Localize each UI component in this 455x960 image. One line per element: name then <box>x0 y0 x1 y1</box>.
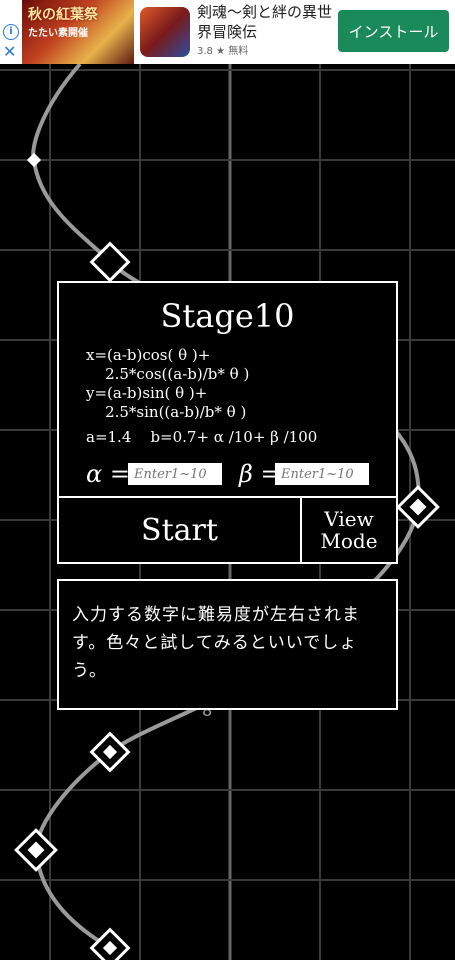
equation-y-line1: y=(a-b)sin( θ )+ <box>86 384 208 402</box>
alpha-input[interactable] <box>128 463 222 485</box>
install-button[interactable]: インストール <box>338 10 449 52</box>
ad-rating: 3.8 ★ 無料 <box>197 42 248 57</box>
ad-app-icon[interactable] <box>140 7 190 57</box>
stage-title: Stage10 <box>160 297 295 335</box>
ad-banner-subtext: たたい素開催 <box>28 28 88 39</box>
hint-message-text: 入力する数字に難易度が左右されます。色々と試してみるといいでしょう。 <box>72 605 360 681</box>
alpha-label: α = <box>86 460 130 488</box>
hint-message-panel: 入力する数字に難易度が左右されます。色々と試してみるといいでしょう。 <box>57 579 398 710</box>
view-mode-button[interactable]: View Mode <box>300 496 398 564</box>
equation-y-line2: 2.5*sin((a-b)/b* θ ) <box>86 403 247 421</box>
ad-info-icon[interactable]: i <box>3 24 19 40</box>
parameters-line: a=1.4 b=0.7+ α /10+ β /100 <box>86 428 318 446</box>
ad-banner-text: 秋の紅葉祭 <box>28 7 98 23</box>
start-button[interactable]: Start <box>57 496 302 564</box>
beta-input[interactable] <box>275 463 369 485</box>
ad-price: 無料 <box>228 46 249 57</box>
stage-info-panel: Stage10 x=(a-b)cos( θ )+ 2.5*cos((a-b)/b… <box>57 281 398 498</box>
ad-app-title[interactable]: 剣魂～剣と絆の異世界冒険伝 <box>197 2 337 42</box>
diamond-marker <box>26 152 42 168</box>
star-icon: ★ <box>216 46 226 57</box>
equation-x-line2: 2.5*cos((a-b)/b* θ ) <box>86 365 250 383</box>
ad-banner[interactable]: i ✕ 秋の紅葉祭 たたい素開催 剣魂～剣と絆の異世界冒険伝 3.8 ★ 無料 … <box>0 0 455 64</box>
view-mode-label-line1: View <box>324 507 374 531</box>
ad-image[interactable]: 秋の紅葉祭 たたい素開催 <box>22 0 134 64</box>
view-mode-label-line2: Mode <box>320 529 378 553</box>
ad-rating-value: 3.8 <box>197 46 213 57</box>
ad-close-icon[interactable]: ✕ <box>3 42 16 61</box>
diamond-marker <box>89 927 131 960</box>
equation-x-line1: x=(a-b)cos( θ )+ <box>86 346 211 364</box>
